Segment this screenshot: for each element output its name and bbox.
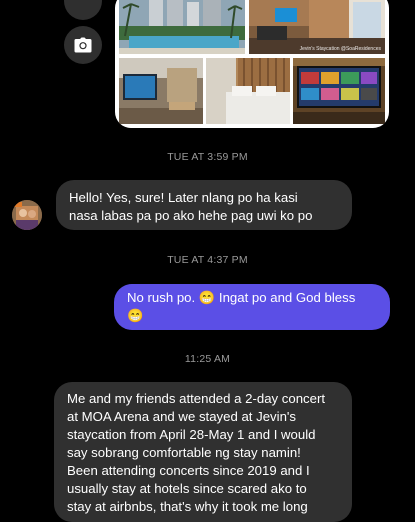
- avatar[interactable]: [12, 200, 42, 230]
- message-text: Been attending concerts since 2019 and I: [67, 463, 310, 478]
- timestamp: TUE AT 4:37 PM: [167, 254, 248, 266]
- shared-photos[interactable]: Jevin's Staycation @SoaResidences: [115, 0, 389, 128]
- message-text: staycation from April 28-May 1 and I wou…: [67, 427, 316, 442]
- photo-living-room[interactable]: Jevin's Staycation @SoaResidences: [249, 0, 385, 54]
- tv-kitchen-image: [119, 58, 203, 124]
- camera-icon: [74, 37, 92, 53]
- message-text: Hello! Yes, sure! Later nlang po ha kasi: [69, 190, 298, 205]
- message-text: at MOA Arena and we stayed at Jevin's: [67, 409, 297, 424]
- message-bubble-incoming[interactable]: Hello! Yes, sure! Later nlang po ha kasi…: [56, 180, 352, 230]
- message-text: stay at airbnbs, that's why it took me l…: [67, 499, 308, 514]
- message-text: No rush po. 😁 Ingat po and God bless: [127, 290, 356, 305]
- photo-bedroom[interactable]: [206, 58, 290, 124]
- photo-tv-kitchen[interactable]: [119, 58, 203, 124]
- message-text: Me and my friends attended a 2-day conce…: [67, 391, 326, 406]
- camera-button[interactable]: [64, 26, 102, 64]
- share-button[interactable]: [64, 0, 102, 20]
- photo-tv-screen[interactable]: [293, 58, 385, 124]
- photo-watermark: Jevin's Staycation @SoaResidences: [299, 46, 381, 52]
- message-bubble-incoming-long[interactable]: Me and my friends attended a 2-day conce…: [54, 382, 352, 522]
- timestamp: TUE AT 3:59 PM: [167, 151, 248, 163]
- timestamp: 11:25 AM: [184, 353, 231, 365]
- message-text: 😁: [127, 308, 144, 323]
- message-text: say sobrang comfortable ng stay namin!: [67, 445, 301, 460]
- bedroom-image: [206, 58, 290, 124]
- pool-image: [119, 0, 245, 54]
- photo-pool[interactable]: [119, 0, 245, 54]
- avatar-image: [12, 200, 42, 230]
- message-text: usually stay at hotels since scared ako …: [67, 481, 307, 496]
- tv-screen-image: [293, 58, 385, 124]
- message-bubble-outgoing[interactable]: No rush po. 😁 Ingat po and God bless 😁: [114, 284, 390, 330]
- message-text: nasa labas pa po ako hehe pag uwi ko po: [69, 208, 313, 223]
